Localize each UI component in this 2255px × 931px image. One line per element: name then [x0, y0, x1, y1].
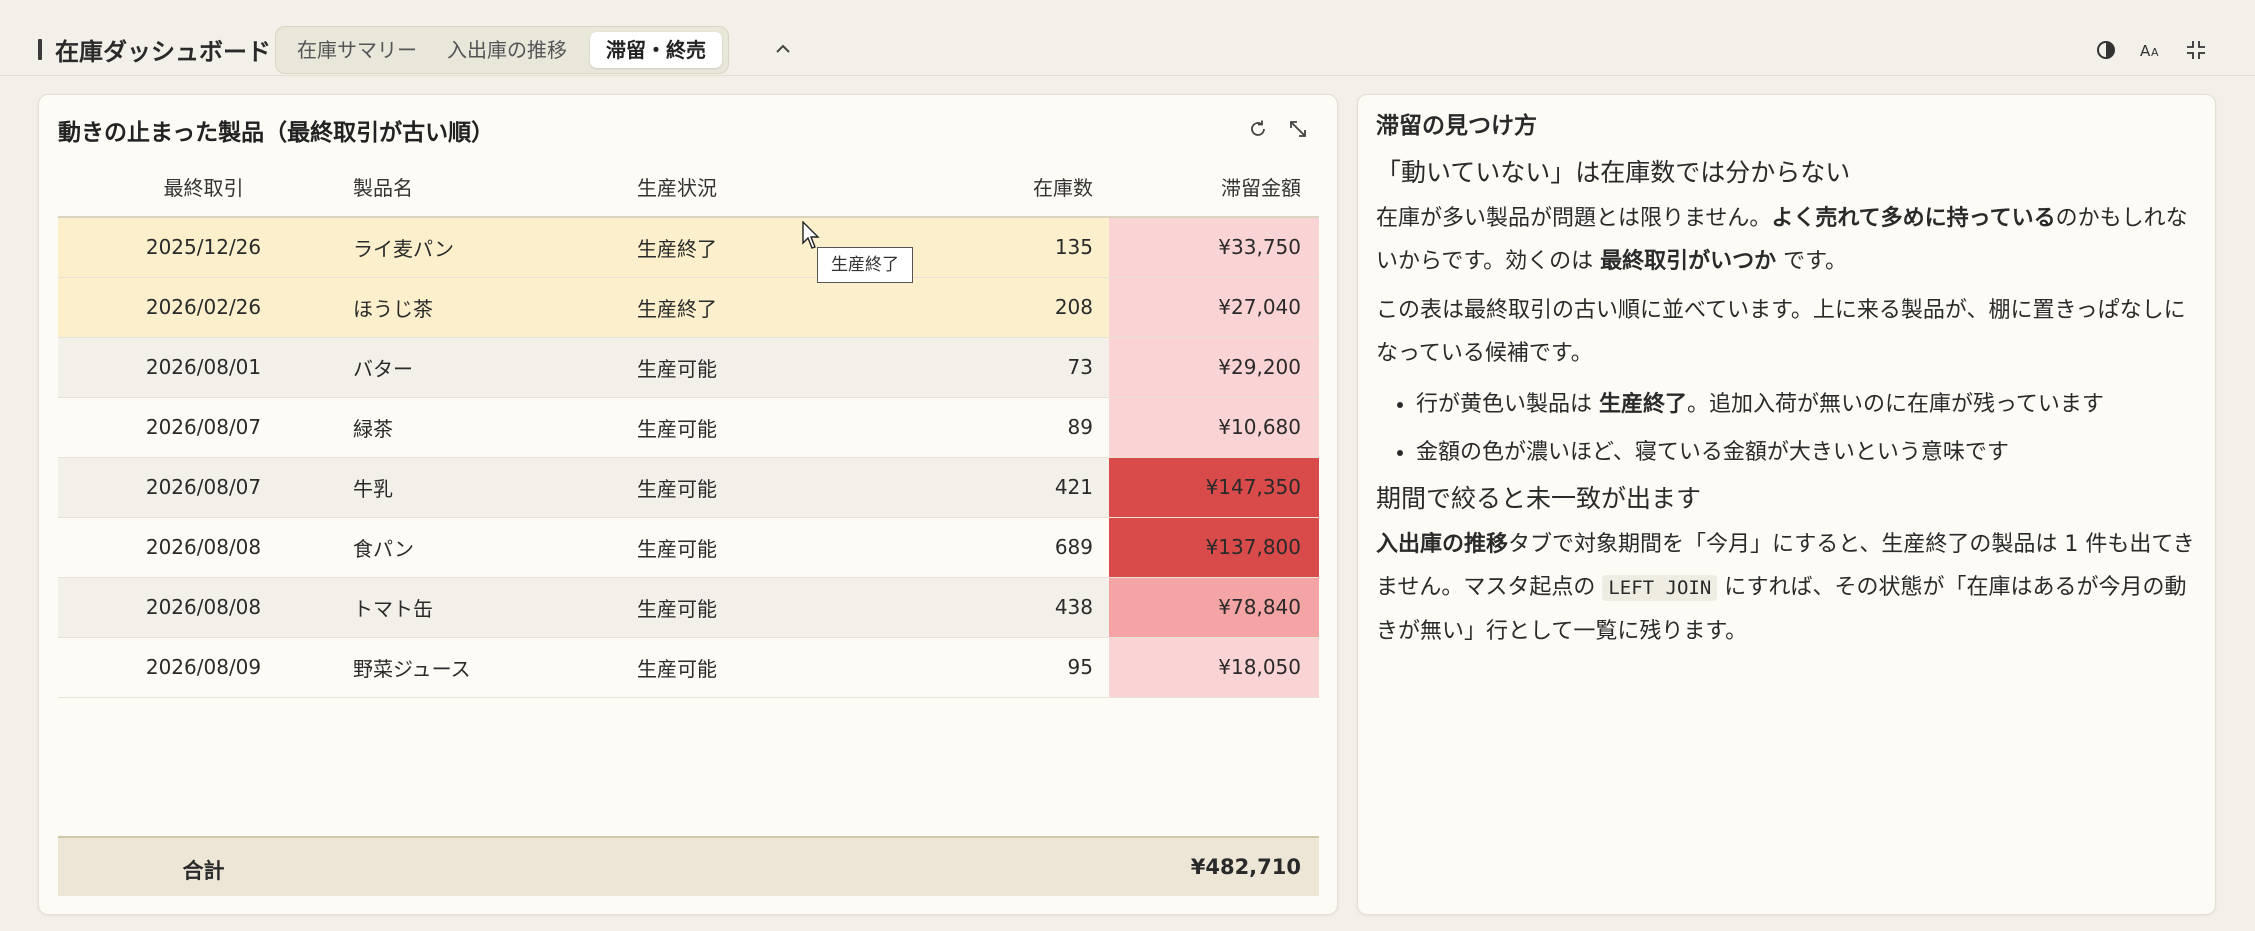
cell-status: 生産終了	[633, 277, 873, 338]
cell-amount: ¥33,750	[1109, 217, 1319, 278]
svg-text:A: A	[2140, 42, 2151, 60]
help-title: 滞留の見つけ方	[1376, 113, 1537, 139]
help-paragraph-2: この表は最終取引の古い順に並べています。上に来る製品が、棚に置きっぱなしになって…	[1376, 298, 2186, 366]
cell-date: 2026/08/09	[58, 637, 349, 698]
help-bullet-item: 金額の色が濃いほど、寝ている金額が大きいという意味です	[1416, 429, 2200, 477]
table-header-row: 最終取引 製品名 生産状況 在庫数 滞留金額	[58, 157, 1319, 218]
cell-date: 2026/08/08	[58, 517, 349, 578]
cell-qty: 208	[873, 277, 1109, 338]
cell-date: 2025/12/26	[58, 217, 349, 278]
help-bullet-list: 行が黄色い製品は 生産終了。追加入荷が無いのに在庫が残っています 金額の色が濃い…	[1416, 381, 2200, 477]
cell-status: 生産可能	[633, 637, 873, 698]
cell-qty: 689	[873, 517, 1109, 578]
title-accent-bar	[38, 39, 42, 60]
cell-amount: ¥18,050	[1109, 637, 1319, 698]
tab-stagnant-discontinued[interactable]: 滞留・終売	[590, 32, 722, 68]
tab-inventory-summary[interactable]: 在庫サマリー	[283, 32, 431, 68]
help-heading-1: 「動いていない」は在庫数では分からない	[1376, 158, 1851, 187]
help-paragraph-3: 入出庫の推移タブで対象期間を「今月」にすると、生産終了の製品は 1 件も出てきま…	[1376, 532, 2195, 644]
svg-text:A: A	[2151, 46, 2159, 59]
cell-qty: 421	[873, 457, 1109, 518]
help-bullet-item: 行が黄色い製品は 生産終了。追加入荷が無いのに在庫が残っています	[1416, 381, 2200, 429]
cell-status: 生産可能	[633, 397, 873, 458]
cell-name: 牛乳	[349, 457, 633, 518]
cell-name: 野菜ジュース	[349, 637, 633, 698]
collapse-chevron-up-icon[interactable]	[770, 36, 796, 62]
help-document: 滞留の見つけ方 「動いていない」は在庫数では分からない 在庫が多い製品が問題とは…	[1376, 109, 2200, 659]
expand-icon[interactable]	[1284, 115, 1312, 143]
cell-amount: ¥137,800	[1109, 517, 1319, 578]
stagnant-products-panel: 動きの止まった製品（最終取引が古い順） 最終取引 製品名 生産状況 在庫数 滞留…	[38, 94, 1338, 915]
cell-date: 2026/08/08	[58, 577, 349, 638]
cell-name: 食パン	[349, 517, 633, 578]
column-header-stock-qty[interactable]: 在庫数	[873, 157, 1109, 218]
cell-status: 生産可能	[633, 337, 873, 398]
cell-name: トマト缶	[349, 577, 633, 638]
total-value: ¥482,710	[1190, 855, 1301, 879]
help-heading-2: 期間で絞ると未一致が出ます	[1376, 484, 1702, 513]
column-header-last-transaction[interactable]: 最終取引	[58, 157, 349, 218]
code-snippet: LEFT JOIN	[1602, 575, 1718, 601]
cell-status: 生産可能	[633, 577, 873, 638]
cell-status: 生産可能	[633, 517, 873, 578]
cell-status: 生産可能	[633, 457, 873, 518]
fullscreen-exit-icon[interactable]	[2182, 36, 2210, 64]
cell-qty: 438	[873, 577, 1109, 638]
cell-name: バター	[349, 337, 633, 398]
table-row[interactable]: 2026/08/07 牛乳 生産可能 421 ¥147,350	[58, 457, 1319, 518]
cell-amount: ¥29,200	[1109, 337, 1319, 398]
top-bar: 在庫ダッシュボード 在庫サマリー 入出庫の推移 滞留・終売 AA	[0, 0, 2255, 76]
stagnant-products-table: 最終取引 製品名 生産状況 在庫数 滞留金額 2025/12/26 ライ麦パン …	[58, 157, 1319, 698]
help-panel: 滞留の見つけ方 「動いていない」は在庫数では分からない 在庫が多い製品が問題とは…	[1357, 94, 2216, 915]
status-tooltip: 生産終了	[817, 247, 913, 283]
tab-stock-movement[interactable]: 入出庫の推移	[433, 32, 581, 68]
cell-date: 2026/08/01	[58, 337, 349, 398]
cell-qty: 89	[873, 397, 1109, 458]
table-row[interactable]: 2026/08/07 緑茶 生産可能 89 ¥10,680	[58, 397, 1319, 458]
contrast-icon[interactable]	[2092, 36, 2120, 64]
column-header-product-name[interactable]: 製品名	[349, 157, 633, 218]
table-row[interactable]: 2026/02/26 ほうじ茶 生産終了 208 ¥27,040	[58, 277, 1319, 338]
cell-qty: 73	[873, 337, 1109, 398]
table-row[interactable]: 2026/08/01 バター 生産可能 73 ¥29,200	[58, 337, 1319, 398]
column-header-production-status[interactable]: 生産状況	[633, 157, 873, 218]
app-title: 在庫ダッシュボード	[55, 38, 271, 66]
table-row[interactable]: 2026/08/08 食パン 生産可能 689 ¥137,800	[58, 517, 1319, 578]
table-row[interactable]: 2026/08/08 トマト缶 生産可能 438 ¥78,840	[58, 577, 1319, 638]
cell-date: 2026/02/26	[58, 277, 349, 338]
cell-amount: ¥78,840	[1109, 577, 1319, 638]
total-label: 合計	[182, 859, 225, 883]
table-row[interactable]: 2025/12/26 ライ麦パン 生産終了 135 ¥33,750	[58, 217, 1319, 278]
cell-name: 緑茶	[349, 397, 633, 458]
cell-name: ほうじ茶	[349, 277, 633, 338]
cell-date: 2026/08/07	[58, 397, 349, 458]
table-total-row: 合計 ¥482,710	[58, 836, 1319, 896]
tab-group: 在庫サマリー 入出庫の推移 滞留・終売	[275, 26, 729, 74]
panel-title: 動きの止まった製品（最終取引が古い順）	[58, 120, 495, 146]
column-header-stagnant-amount[interactable]: 滞留金額	[1109, 157, 1319, 218]
cell-qty: 95	[873, 637, 1109, 698]
cell-amount: ¥27,040	[1109, 277, 1319, 338]
refresh-icon[interactable]	[1244, 115, 1272, 143]
cell-amount: ¥10,680	[1109, 397, 1319, 458]
font-size-icon[interactable]: AA	[2137, 36, 2165, 64]
mouse-cursor-icon	[802, 221, 820, 249]
table-row[interactable]: 2026/08/09 野菜ジュース 生産可能 95 ¥18,050	[58, 637, 1319, 698]
cell-date: 2026/08/07	[58, 457, 349, 518]
cell-name: ライ麦パン	[349, 217, 633, 278]
cell-amount: ¥147,350	[1109, 457, 1319, 518]
help-paragraph-1: 在庫が多い製品が問題とは限りません。よく売れて多めに持っているのかもしれないから…	[1376, 206, 2188, 274]
